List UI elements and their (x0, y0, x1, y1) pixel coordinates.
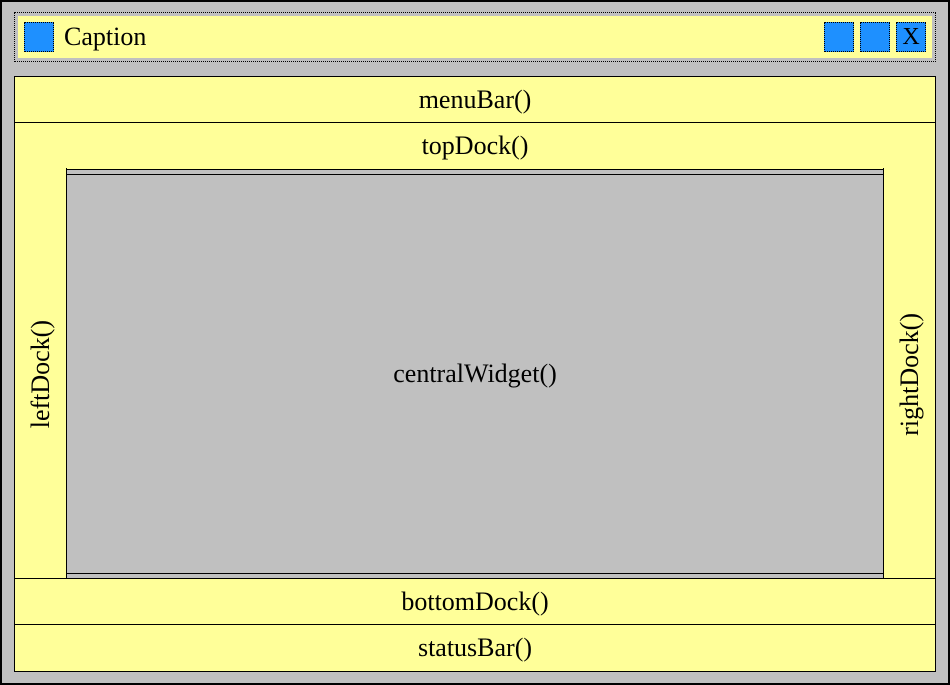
maximize-button[interactable] (860, 22, 890, 52)
bottom-dock-area[interactable]: bottomDock() (14, 578, 936, 626)
window-caption: Caption (64, 22, 818, 52)
menubar-area[interactable]: menuBar() (14, 76, 936, 124)
bottom-dock-label: bottomDock() (401, 587, 548, 617)
left-dock-label: leftDock() (26, 320, 56, 428)
top-dock-area[interactable]: topDock() (14, 122, 936, 170)
middle-row: leftDock() centralWidget() rightDock() (14, 168, 936, 580)
close-button[interactable]: X (896, 22, 926, 52)
right-dock-area[interactable]: rightDock() (883, 168, 935, 580)
titlebar[interactable]: Caption X (18, 16, 932, 58)
window-diagram: Caption X menuBar() topDock() leftDock()… (0, 0, 950, 685)
right-dock-label: rightDock() (895, 313, 925, 436)
titlebar-focus-outline: Caption X (14, 12, 936, 62)
central-widget-area[interactable]: centralWidget() (67, 174, 883, 574)
main-frame: menuBar() topDock() leftDock() centralWi… (14, 76, 936, 672)
statusbar-label: statusBar() (418, 633, 532, 663)
system-menu-icon[interactable] (24, 22, 54, 52)
statusbar-area[interactable]: statusBar() (14, 624, 936, 672)
minimize-button[interactable] (824, 22, 854, 52)
top-dock-label: topDock() (422, 131, 529, 161)
menubar-label: menuBar() (419, 85, 532, 115)
central-gap: centralWidget() (67, 168, 883, 580)
central-widget-label: centralWidget() (393, 359, 557, 389)
left-dock-area[interactable]: leftDock() (15, 168, 67, 580)
